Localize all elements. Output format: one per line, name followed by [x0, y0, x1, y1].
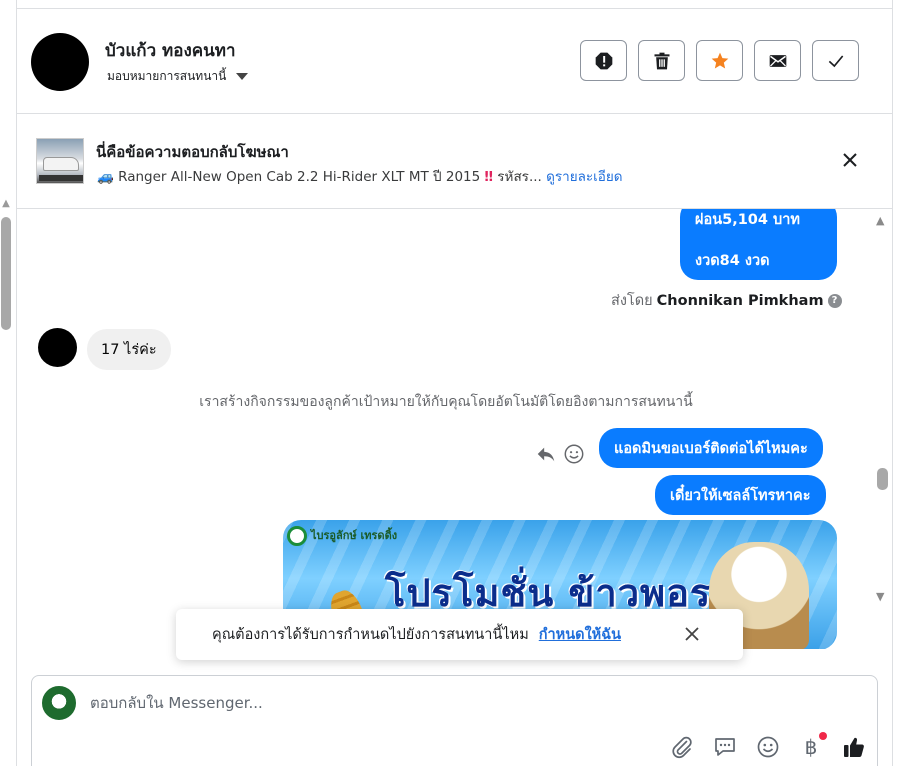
- thread-scroll-up-arrow-icon[interactable]: ▲: [876, 214, 884, 227]
- emoji-button[interactable]: [754, 733, 782, 761]
- spam-button[interactable]: [580, 40, 627, 81]
- ad-reply-title: นี่คือข้อความตอบกลับโฆษณา: [96, 143, 289, 161]
- outer-scroll-up-arrow-icon[interactable]: ▲: [0, 198, 12, 210]
- like-button[interactable]: [840, 733, 868, 761]
- caret-down-icon: [236, 73, 249, 80]
- outgoing-message-bubble[interactable]: ผ่อน5,104 บาท งวด84 งวด: [680, 209, 837, 280]
- ad-details-link[interactable]: ดูรายละเอียด: [546, 169, 622, 185]
- thread-scrollbar-thumb[interactable]: [877, 468, 888, 490]
- promo-brand-text: ไบรอูลักษ์ เทรดดิ้ง: [311, 529, 398, 542]
- frame-divider-right: [892, 0, 893, 766]
- conversation-header: บัวแก้ว ทองคนทา มอบหมายการสนทนานี้: [17, 9, 892, 114]
- reply-input[interactable]: [90, 694, 790, 712]
- mark-done-button[interactable]: [812, 40, 859, 81]
- message-hover-tools: [535, 443, 585, 465]
- message-line: งวด84 งวด: [695, 252, 770, 269]
- assign-label: มอบหมายการสนทนานี้: [107, 69, 227, 83]
- ad-thumbnail-image[interactable]: [36, 138, 84, 184]
- outgoing-message-bubble[interactable]: เดี๋ยวให้เซลล์โทรหาคะ: [655, 475, 826, 515]
- assign-prompt-toast: คุณต้องการได้รับการกำหนดไปยังการสนทนานี้…: [176, 609, 743, 660]
- double-exclamation-icon: ‼: [484, 169, 493, 185]
- close-icon[interactable]: [840, 150, 860, 170]
- composer-tools: ฿: [668, 732, 868, 761]
- outer-scrollbar-thumb[interactable]: [1, 217, 11, 330]
- plate-shape: [39, 175, 83, 181]
- ad-description: Ranger All-New Open Cab 2.2 Hi-Rider XLT…: [118, 169, 481, 185]
- contact-name[interactable]: บัวแก้ว ทองคนทา: [105, 37, 236, 64]
- brand-logo-icon: [287, 526, 307, 546]
- header-actions: [580, 40, 859, 81]
- envelope-icon: [769, 54, 786, 67]
- checkmark-icon: [828, 54, 843, 67]
- contact-avatar[interactable]: [31, 33, 89, 91]
- reply-icon[interactable]: [535, 443, 557, 465]
- notification-dot: [819, 732, 827, 740]
- page-avatar: [42, 686, 76, 720]
- outgoing-message-bubble[interactable]: แอดมินขอเบอร์ติดต่อได้ไหมคะ: [599, 428, 823, 468]
- baht-icon: ฿: [804, 735, 818, 759]
- reply-composer: ฿: [31, 675, 878, 766]
- ad-reply-banner: นี่คือข้อความตอบกลับโฆษณา 🚙 Ranger All-N…: [17, 114, 892, 209]
- thread-scroll-down-arrow-icon[interactable]: ▼: [876, 590, 884, 603]
- car-shape: [43, 157, 79, 171]
- sent-by-label: ส่งโดย Chonnikan Pimkham ?: [611, 289, 842, 312]
- incoming-message-bubble[interactable]: 17 ไร่ค่ะ: [87, 329, 171, 370]
- mark-unread-button[interactable]: [754, 40, 801, 81]
- sent-by-name: Chonnikan Pimkham: [656, 292, 824, 309]
- ad-code-truncated: รหัสร...: [497, 169, 542, 185]
- smiley-icon: [757, 736, 779, 758]
- chat-bubble-icon: [715, 738, 735, 756]
- alert-octagon-icon: [595, 52, 612, 69]
- saved-replies-button[interactable]: [711, 733, 739, 761]
- inbox-conversation-view: ▲ บัวแก้ว ทองคนทา มอบหมายการสนทนานี้ นี่…: [0, 0, 906, 766]
- system-note: เราสร้างกิจกรรมของลูกค้าเป้าหมายให้กับคุ…: [199, 394, 693, 410]
- message-thread[interactable]: ผ่อน5,104 บาท งวด84 งวด ส่งโดย Chonnikan…: [17, 209, 875, 649]
- paperclip-icon: [672, 736, 692, 759]
- payment-button[interactable]: ฿: [797, 732, 827, 761]
- emoji-reaction-icon[interactable]: [563, 443, 585, 465]
- trash-icon: [654, 52, 669, 69]
- close-icon[interactable]: [684, 626, 700, 642]
- message-line: ผ่อน5,104 บาท: [695, 211, 800, 228]
- ad-description-line: 🚙 Ranger All-New Open Cab 2.2 Hi-Rider X…: [97, 165, 623, 187]
- star-icon: [711, 52, 728, 68]
- customer-avatar[interactable]: [38, 328, 77, 367]
- delete-button[interactable]: [638, 40, 685, 81]
- assign-conversation-dropdown[interactable]: มอบหมายการสนทนานี้: [107, 67, 249, 86]
- star-button[interactable]: [696, 40, 743, 81]
- help-icon[interactable]: ?: [827, 293, 842, 308]
- assign-question: คุณต้องการได้รับการกำหนดไปยังการสนทนานี้…: [212, 627, 529, 643]
- assign-to-me-link[interactable]: กำหนดให้ฉัน: [539, 623, 621, 646]
- attach-button[interactable]: [668, 733, 696, 761]
- sent-by-prefix: ส่งโดย: [611, 293, 653, 309]
- car-emoji-icon: 🚙: [97, 169, 114, 185]
- thumbs-up-icon: [844, 737, 864, 757]
